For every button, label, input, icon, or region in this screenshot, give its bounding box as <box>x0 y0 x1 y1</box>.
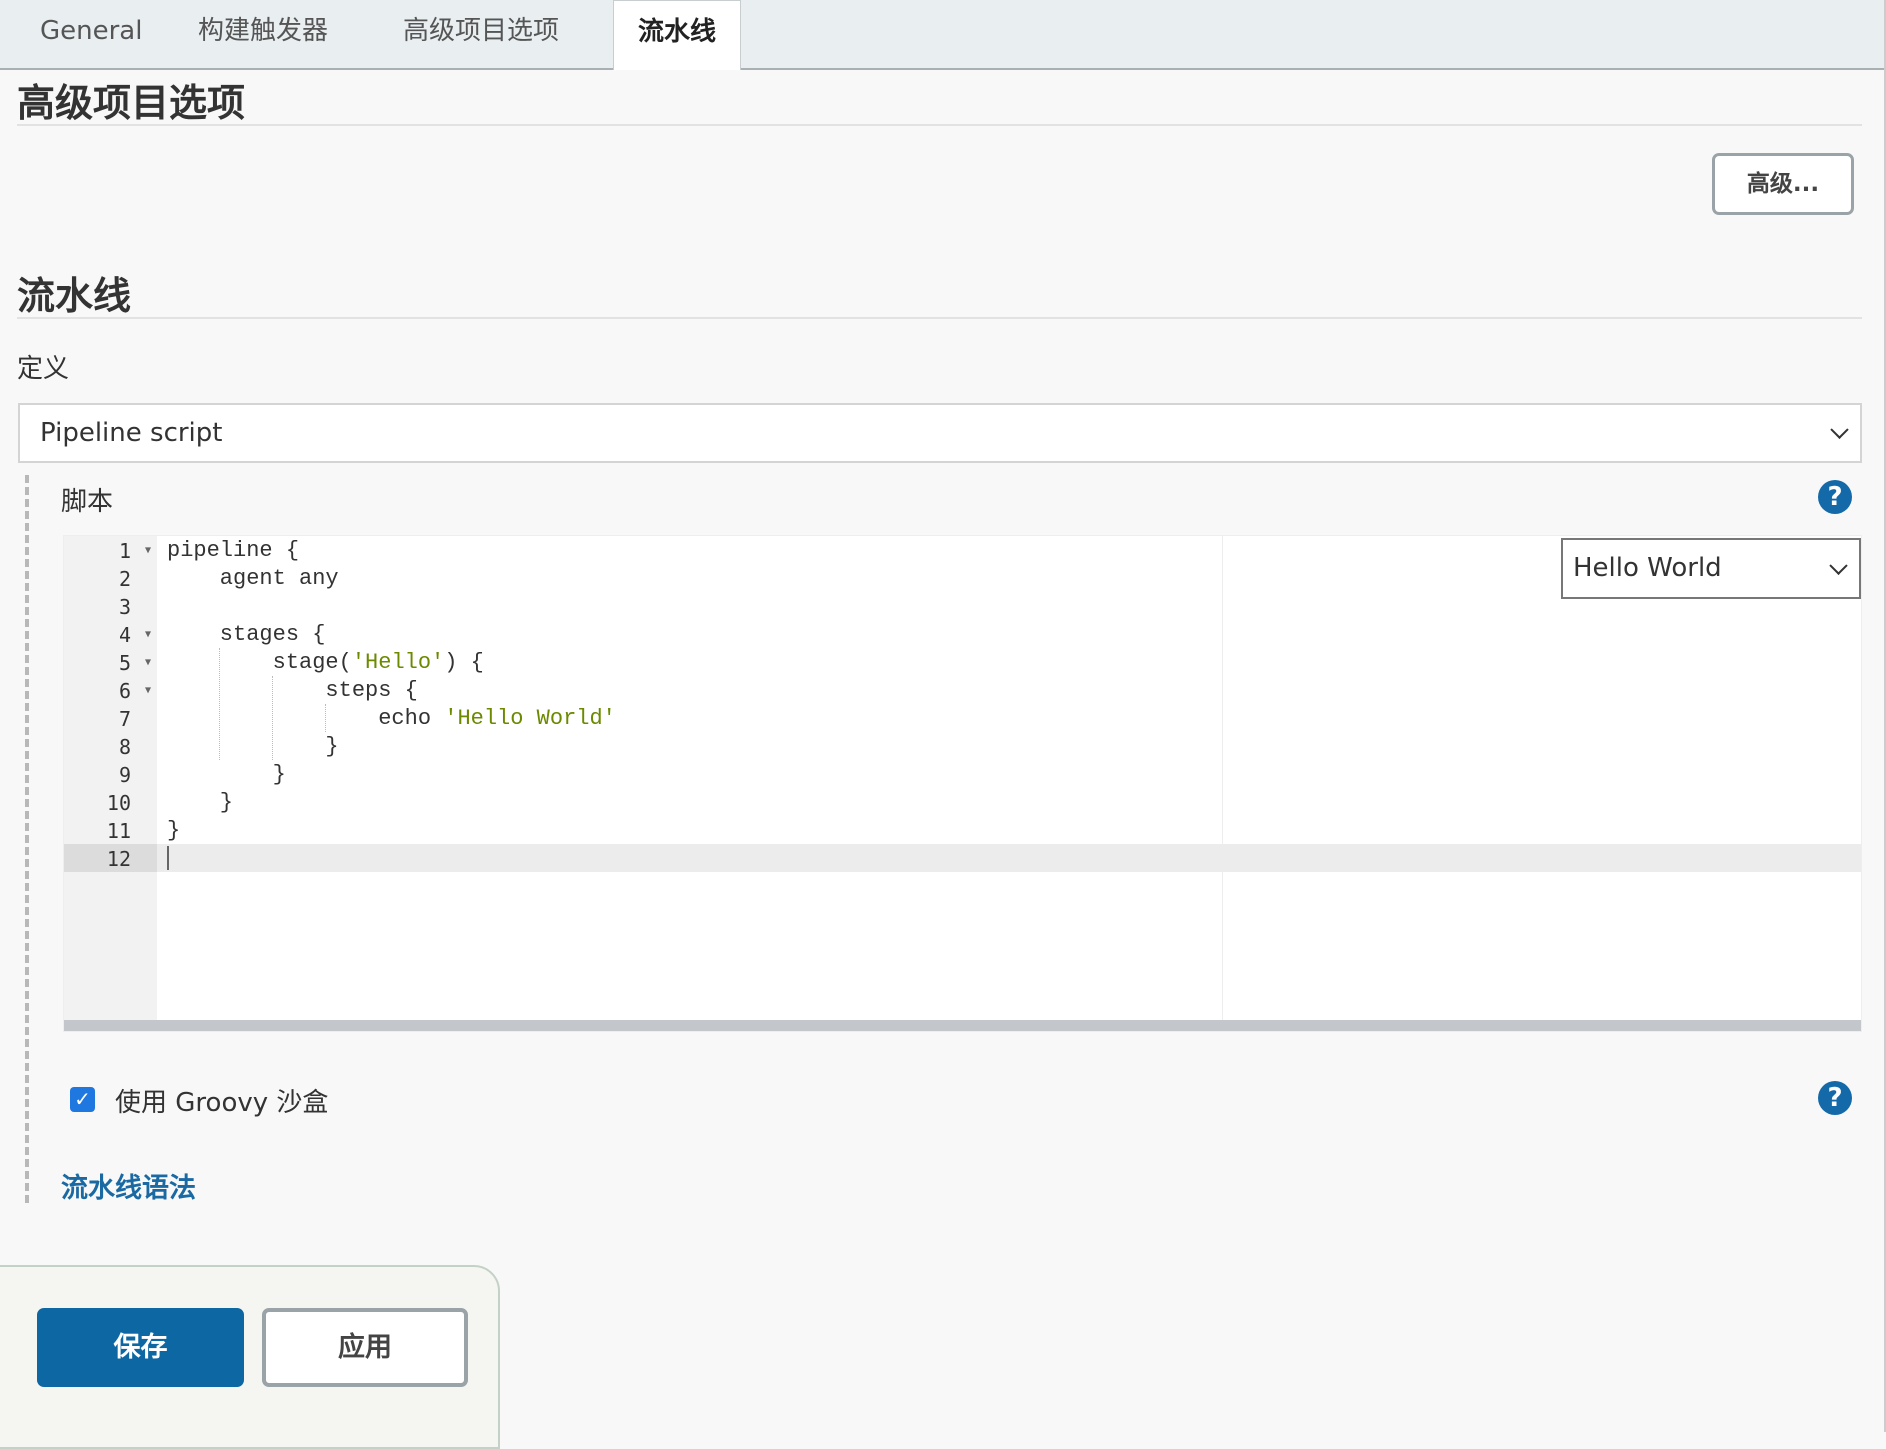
line-number: 5 ▼ <box>64 649 157 677</box>
line-number-text: 7 <box>118 707 131 731</box>
checkmark-icon: ✓ <box>74 1087 91 1111</box>
pipeline-syntax-link[interactable]: 流水线语法 <box>61 1166 196 1205</box>
line-number: 3 <box>64 593 157 621</box>
fold-triangle-icon[interactable]: ▼ <box>145 621 151 649</box>
line-number-text: 6 <box>118 679 131 703</box>
line-number-text: 12 <box>106 847 131 871</box>
groovy-sandbox-label: 使用 Groovy 沙盒 <box>115 1088 329 1118</box>
line-number-text: 10 <box>106 791 131 815</box>
horizontal-scrollbar[interactable] <box>64 1020 1861 1031</box>
script-editor[interactable]: 1 ▼ pipeline {2 agent any 3 4 ▼ stages {5 ▼ st… <box>63 535 1862 1032</box>
line-number-text: 2 <box>118 567 131 591</box>
code-text: stage( <box>167 650 352 675</box>
line-number-text: 9 <box>118 763 131 787</box>
code-line: steps { <box>167 677 418 705</box>
code-line: agent any <box>167 565 339 593</box>
line-number-text: 3 <box>118 595 131 619</box>
code-text: } <box>167 818 181 843</box>
divider <box>17 124 1862 126</box>
tab-general[interactable]: General <box>40 0 142 68</box>
code-text: ) { <box>444 650 484 675</box>
chevron-down-icon <box>1830 420 1849 439</box>
divider <box>17 317 1862 319</box>
help-icon[interactable]: ? <box>1818 1081 1852 1115</box>
code-text: } <box>167 734 339 759</box>
fold-triangle-icon[interactable]: ▼ <box>145 649 151 677</box>
chevron-down-icon <box>1829 556 1848 575</box>
line-number-text: 5 <box>118 651 131 675</box>
tab-build-triggers[interactable]: 构建触发器 <box>198 0 328 68</box>
line-number-text: 1 <box>118 539 131 563</box>
line-number: 6 ▼ <box>64 677 157 705</box>
script-label: 脚本 <box>61 487 114 517</box>
line-number-text: 11 <box>106 819 131 843</box>
groovy-sandbox-checkbox[interactable]: ✓ <box>70 1087 95 1112</box>
code-line: stage('Hello') { <box>167 649 484 677</box>
line-number: 7 <box>64 705 157 733</box>
code-line: pipeline { <box>167 537 299 565</box>
code-text: stages { <box>167 622 326 647</box>
apply-button[interactable]: 应用 <box>262 1308 468 1387</box>
code-text: agent any <box>167 566 339 591</box>
definition-select[interactable]: Pipeline script <box>18 403 1862 463</box>
code-string: 'Hello World' <box>444 706 616 731</box>
line-number: 4 ▼ <box>64 621 157 649</box>
line-number: 12 <box>64 845 157 873</box>
code-text: pipeline { <box>167 538 300 563</box>
line-number: 8 <box>64 733 157 761</box>
tab-advanced-options[interactable]: 高级项目选项 <box>403 0 559 68</box>
definition-value: Pipeline script <box>40 418 223 448</box>
code-line: } <box>167 817 180 845</box>
code-text: } <box>167 762 286 787</box>
fold-triangle-icon[interactable]: ▼ <box>145 537 151 565</box>
print-margin <box>1222 536 1223 1023</box>
sample-script-value: Hello World <box>1573 553 1722 583</box>
line-number-text: 8 <box>118 735 131 759</box>
sample-script-select[interactable]: Hello World <box>1561 538 1861 599</box>
code-line: stages { <box>167 621 326 649</box>
code-line: } <box>167 733 339 761</box>
code-text: steps { <box>167 678 418 703</box>
pipeline-section-title: 流水线 <box>17 274 132 318</box>
line-number: 2 <box>64 565 157 593</box>
help-icon[interactable]: ? <box>1818 480 1852 514</box>
code-line: } <box>167 761 286 789</box>
line-number: 10 <box>64 789 157 817</box>
save-button[interactable]: 保存 <box>37 1308 244 1387</box>
active-line-highlight <box>64 844 1861 872</box>
tab-pipeline[interactable]: 流水线 <box>613 0 741 70</box>
code-line: echo 'Hello World' <box>167 705 616 733</box>
advanced-section-title: 高级项目选项 <box>17 81 246 125</box>
code-text: echo <box>167 706 445 731</box>
line-number: 11 <box>64 817 157 845</box>
line-number-text: 4 <box>118 623 131 647</box>
code-line: } <box>167 789 233 817</box>
section-indent-line <box>25 475 29 1203</box>
code-text: } <box>167 790 234 815</box>
fold-triangle-icon[interactable]: ▼ <box>145 677 151 705</box>
code-string: 'Hello' <box>351 650 445 675</box>
advanced-button[interactable]: 高级... <box>1712 153 1854 215</box>
line-number: 1 ▼ <box>64 537 157 565</box>
text-cursor <box>167 846 169 870</box>
definition-label: 定义 <box>17 354 70 384</box>
line-number: 9 <box>64 761 157 789</box>
tab-bar: General 构建触发器 高级项目选项 流水线 <box>0 0 1884 70</box>
